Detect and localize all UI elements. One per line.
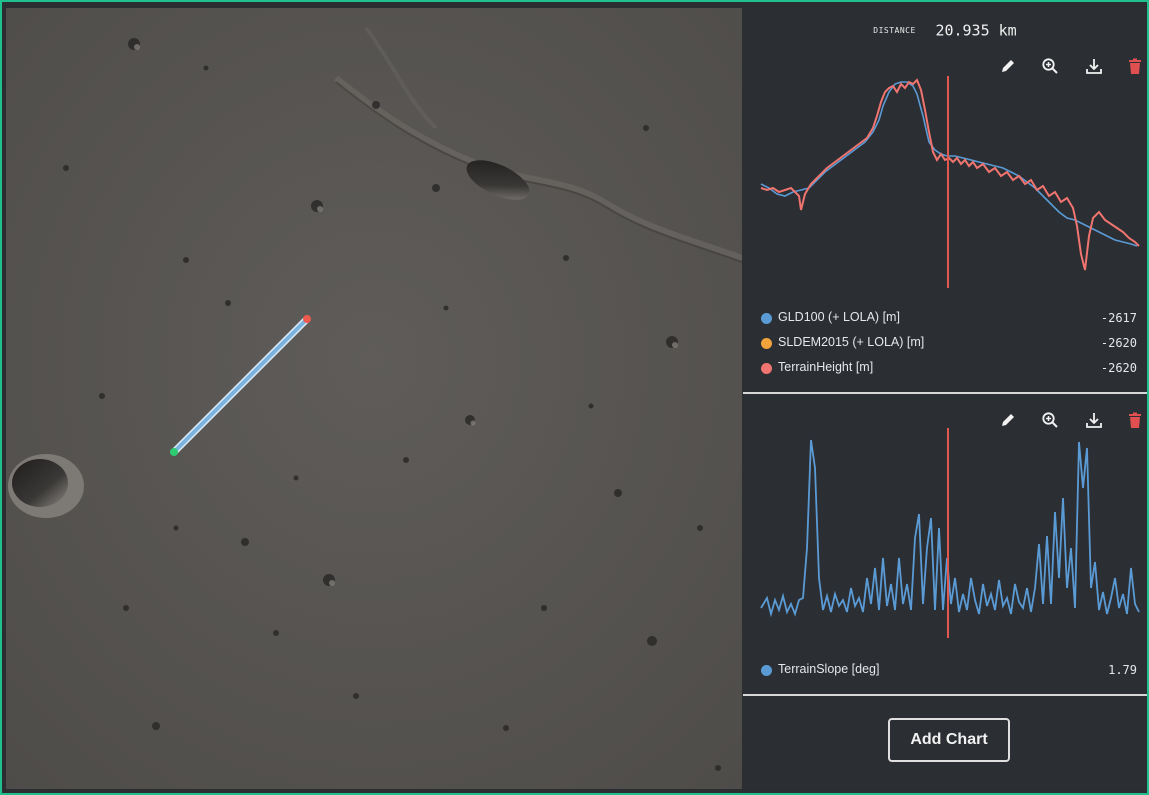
gld100-color-dot (761, 313, 772, 324)
chart-divider (743, 392, 1147, 394)
trash-icon (1129, 58, 1141, 74)
legend-terrain-height: TerrainHeight [m] -2620 (761, 360, 1141, 378)
profile-panel: DISTANCE 20.935 km GLD100 (+ LOLA) [m] -… (743, 8, 1147, 789)
legend-sldem2015: SLDEM2015 (+ LOLA) [m] -2620 (761, 335, 1141, 353)
zoom-in-icon (1042, 58, 1058, 74)
download-chart-button[interactable] (1082, 54, 1106, 78)
terrain-height-legend-label: TerrainHeight [m] (778, 360, 874, 374)
add-chart-button[interactable]: Add Chart (888, 718, 1010, 762)
terrain-height-legend-value: -2620 (1100, 361, 1137, 375)
zoom-chart-button[interactable] (1038, 54, 1062, 78)
legend-terrain-slope: TerrainSlope [deg] 1.79 (761, 662, 1141, 680)
lunar-map-view[interactable] (6, 8, 742, 789)
distance-value: 20.935 km (935, 21, 1017, 40)
elevation-chart-toolbar (743, 54, 1147, 78)
terrain-slope-series-line (760, 439, 1140, 618)
distance-readout: DISTANCE 20.935 km (743, 20, 1147, 40)
sldem2015-legend-label: SLDEM2015 (+ LOLA) [m] (778, 335, 925, 349)
trash-icon (1129, 412, 1141, 428)
distance-label: DISTANCE (873, 26, 916, 35)
footer-divider (743, 694, 1147, 696)
terrain-height-series-line (760, 78, 1140, 271)
download-icon (1086, 413, 1102, 428)
line-end-handle (303, 315, 311, 323)
download-icon (1086, 59, 1102, 74)
gld100-legend-label: GLD100 (+ LOLA) [m] (778, 310, 900, 324)
terrain-slope-legend-value: 1.79 (1108, 663, 1137, 677)
zoom-in-icon (1042, 412, 1058, 428)
sldem2015-color-dot (761, 338, 772, 349)
sldem2015-legend-value: -2620 (1100, 336, 1137, 350)
pencil-icon (1002, 414, 1014, 426)
slope-profile-chart[interactable] (743, 428, 1147, 638)
edit-chart-button[interactable] (996, 54, 1020, 78)
terrain-height-color-dot (761, 363, 772, 374)
app-frame: DISTANCE 20.935 km GLD100 (+ LOLA) [m] -… (0, 0, 1149, 795)
line-start-handle (170, 448, 178, 456)
elevation-profile-chart[interactable] (743, 76, 1147, 296)
legend-gld100: GLD100 (+ LOLA) [m] -2617 (761, 310, 1141, 328)
pencil-icon (1002, 60, 1014, 72)
terrain-slope-legend-label: TerrainSlope [deg] (778, 662, 880, 676)
terrain-slope-color-dot (761, 665, 772, 676)
delete-chart-button[interactable] (1123, 54, 1147, 78)
gld100-legend-value: -2617 (1100, 311, 1137, 325)
